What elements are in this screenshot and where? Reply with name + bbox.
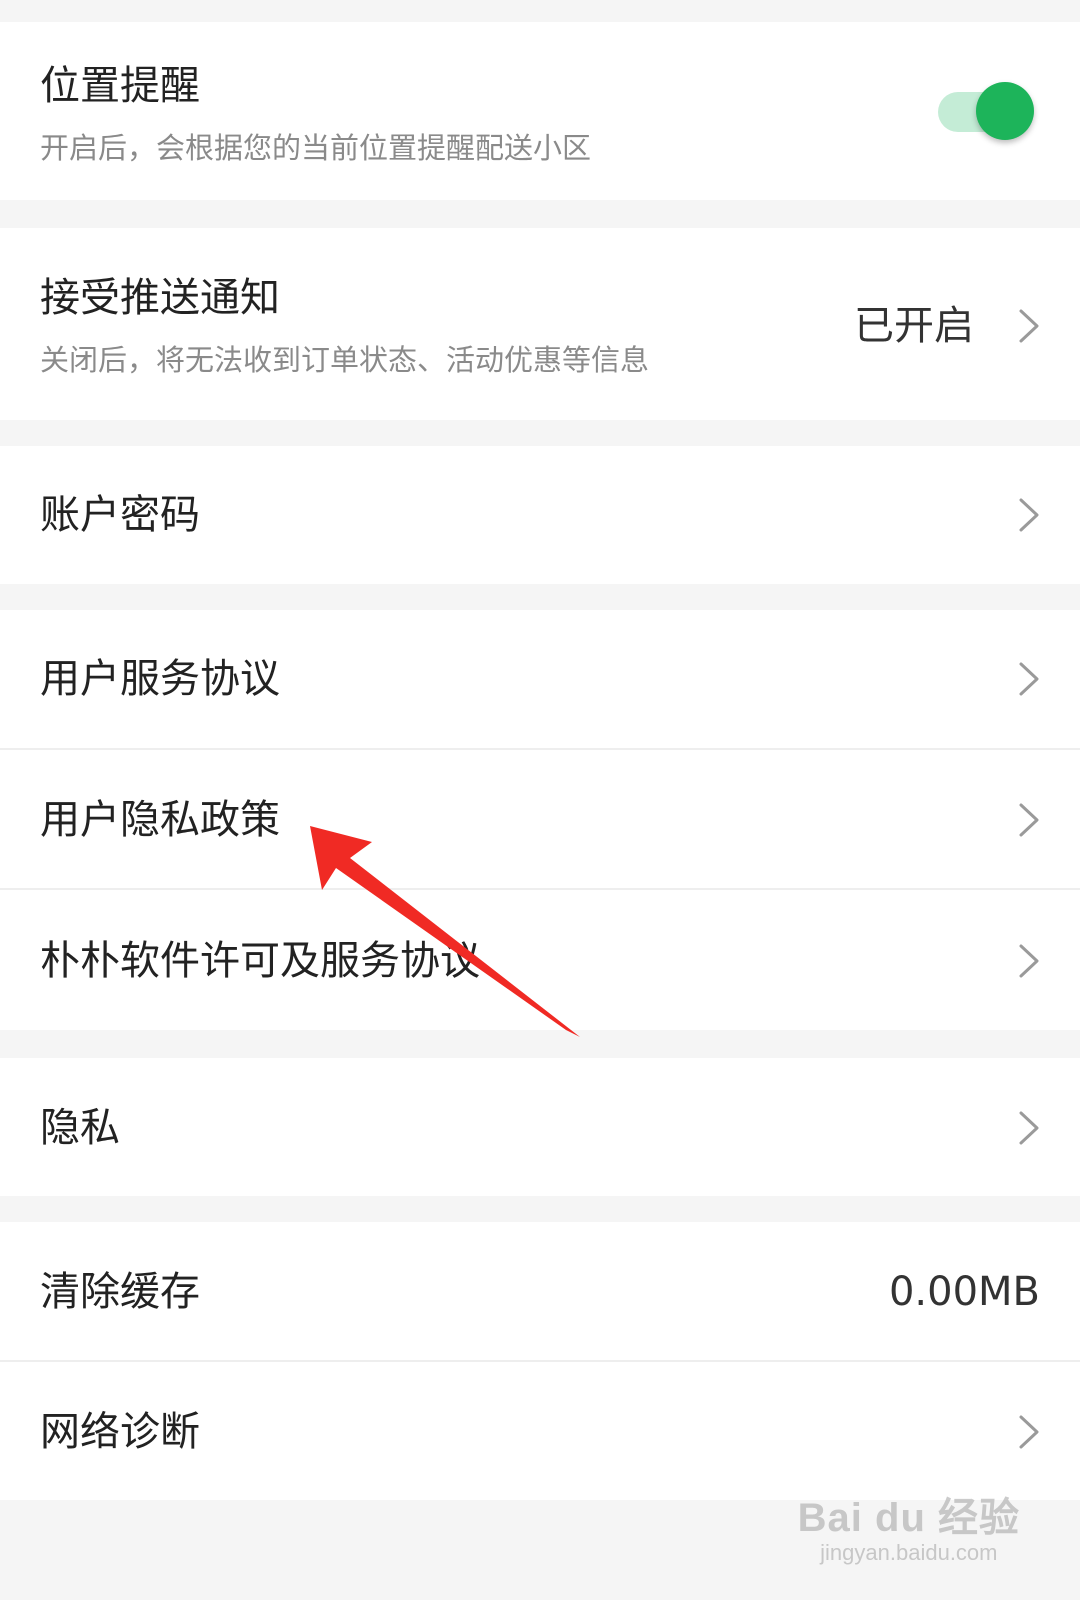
location-reminder-subtitle: 开启后，会根据您的当前位置提醒配送小区: [40, 131, 592, 165]
chevron-right-icon: [1018, 943, 1040, 979]
location-reminder-row: 位置提醒 开启后，会根据您的当前位置提醒配送小区: [0, 22, 1080, 200]
software-license-title: 朴朴软件许可及服务协议: [40, 938, 480, 984]
toggle-knob: [976, 82, 1034, 140]
baidu-jingyan-watermark: Bai du 经验 jingyan.baidu.com: [798, 1496, 1020, 1566]
user-service-agreement-title: 用户服务协议: [40, 656, 280, 702]
clear-cache-title: 清除缓存: [40, 1269, 200, 1315]
watermark-logo: Bai du 经验: [797, 1496, 1020, 1540]
push-notifications-subtitle: 关闭后，将无法收到订单状态、活动优惠等信息: [40, 343, 650, 377]
clear-cache-row[interactable]: 清除缓存 0.00MB: [0, 1222, 1080, 1360]
chevron-right-icon: [1018, 1110, 1040, 1146]
user-privacy-policy-row[interactable]: 用户隐私政策: [0, 750, 1080, 888]
location-reminder-toggle[interactable]: [938, 82, 1034, 142]
push-notifications-title: 接受推送通知: [40, 275, 280, 321]
privacy-row[interactable]: 隐私: [0, 1058, 1080, 1196]
network-diagnosis-title: 网络诊断: [40, 1409, 200, 1455]
chevron-right-icon: [1018, 497, 1040, 533]
chevron-right-icon: [1018, 308, 1040, 344]
account-password-title: 账户密码: [40, 492, 200, 538]
push-notifications-status: 已开启: [854, 303, 974, 349]
software-license-row[interactable]: 朴朴软件许可及服务协议: [0, 890, 1080, 1030]
user-privacy-policy-title: 用户隐私政策: [40, 797, 280, 843]
privacy-title: 隐私: [40, 1105, 120, 1151]
network-diagnosis-row[interactable]: 网络诊断: [0, 1362, 1080, 1500]
location-reminder-title: 位置提醒: [40, 63, 200, 109]
user-service-agreement-row[interactable]: 用户服务协议: [0, 610, 1080, 748]
push-notifications-row[interactable]: 接受推送通知 关闭后，将无法收到订单状态、活动优惠等信息 已开启: [0, 228, 1080, 420]
watermark-url: jingyan.baidu.com: [820, 1540, 998, 1565]
chevron-right-icon: [1018, 802, 1040, 838]
chevron-right-icon: [1018, 1414, 1040, 1450]
cache-size-value: 0.00MB: [888, 1269, 1040, 1315]
account-password-row[interactable]: 账户密码: [0, 446, 1080, 584]
chevron-right-icon: [1018, 661, 1040, 697]
